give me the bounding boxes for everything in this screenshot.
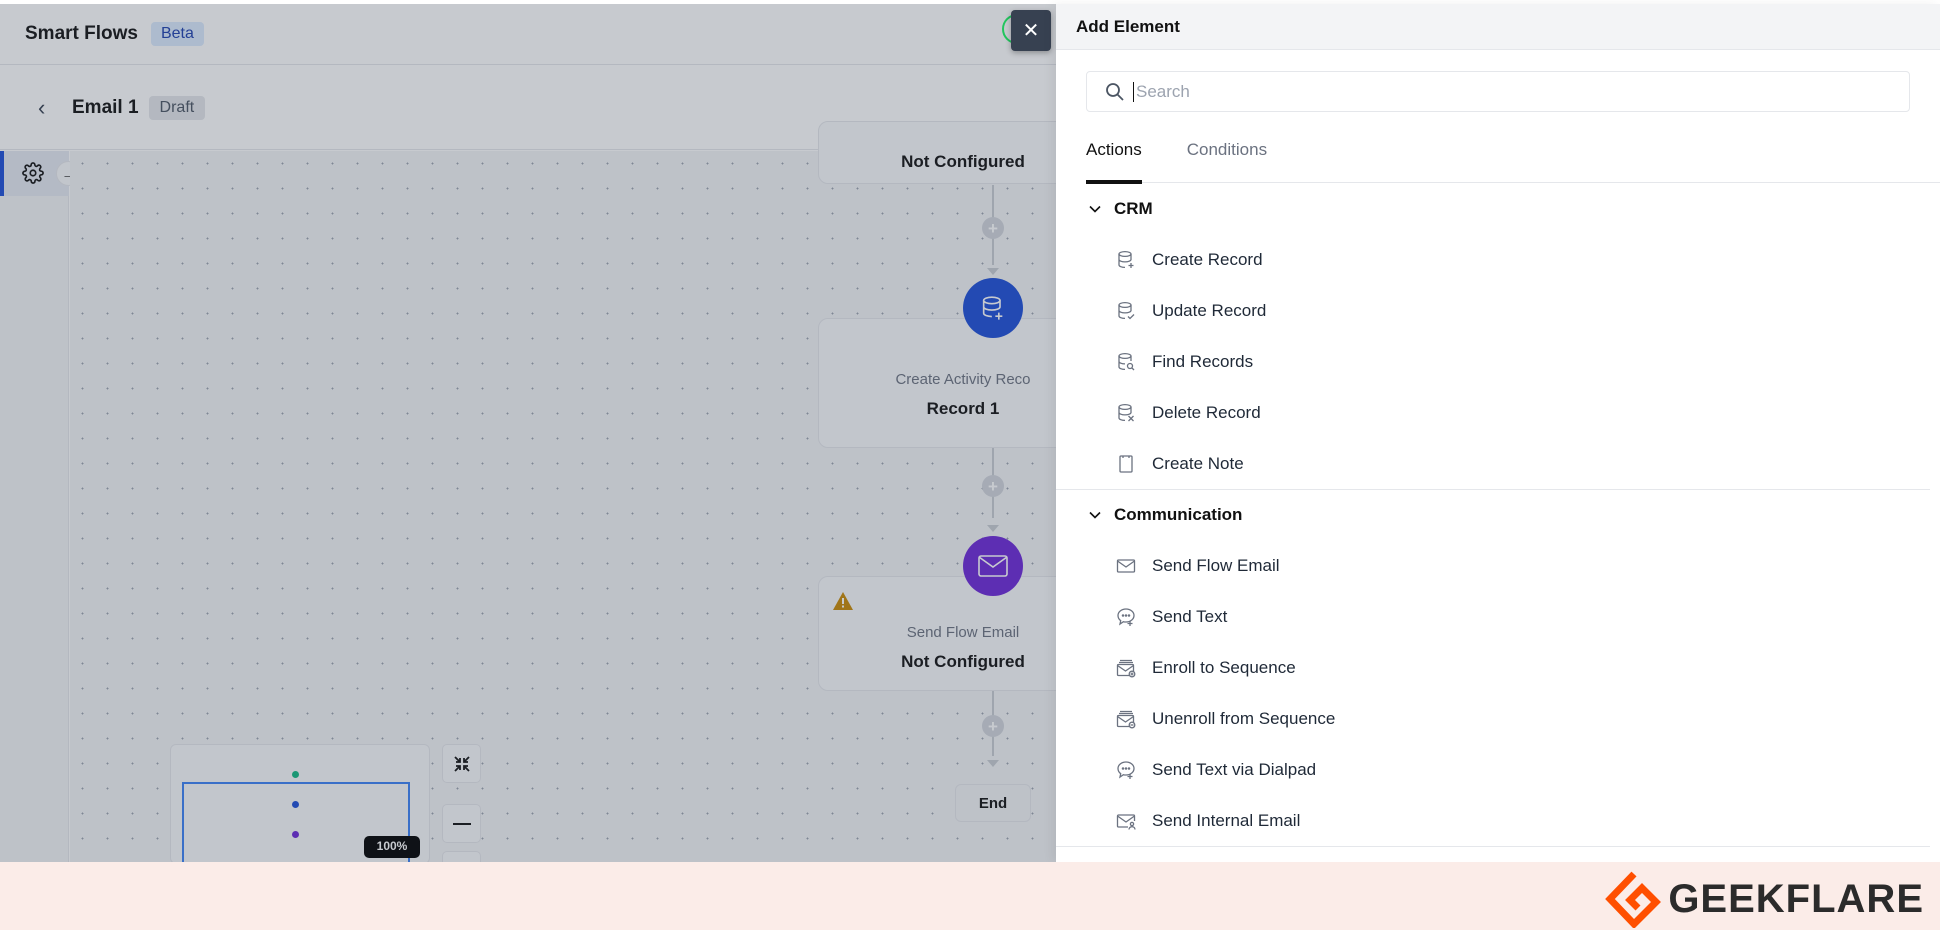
add-element-panel: Add Element Actions Conditions CRM Creat… <box>1056 4 1940 862</box>
tab-actions[interactable]: Actions <box>1086 126 1142 184</box>
watermark-text: GEEKFLARE <box>1668 876 1924 921</box>
geekflare-logo-icon <box>1605 871 1662 928</box>
list-item-send-flow-email[interactable]: Send Flow Email <box>1056 540 1930 591</box>
chat-plus-icon <box>1117 760 1135 779</box>
list-item-send-internal-email[interactable]: Send Internal Email <box>1056 795 1930 846</box>
modal-overlay[interactable] <box>0 4 1056 862</box>
item-label: Send Internal Email <box>1152 810 1301 830</box>
chevron-down-icon <box>1089 511 1101 519</box>
list-item-unenroll-from-sequence[interactable]: Unenroll from Sequence <box>1056 693 1930 744</box>
mail-stack-plus-icon <box>1116 659 1136 677</box>
item-label: Create Note <box>1152 453 1244 473</box>
close-icon: ✕ <box>1022 20 1040 42</box>
list-item-enroll-to-sequence[interactable]: Enroll to Sequence <box>1056 642 1930 693</box>
list-item-find-records[interactable]: Find Records <box>1056 336 1930 387</box>
section-divider <box>1056 846 1930 847</box>
section-title: Communication <box>1114 505 1243 524</box>
geekflare-logo: GEEKFLARE <box>1604 870 1924 928</box>
section-title: CRM <box>1114 199 1153 218</box>
list-item-delete-record[interactable]: Delete Record <box>1056 387 1930 438</box>
note-icon <box>1119 454 1133 473</box>
search-icon <box>1106 82 1124 101</box>
database-plus-icon <box>1118 250 1134 268</box>
item-label: Send Flow Email <box>1152 555 1280 575</box>
database-search-icon <box>1118 352 1135 370</box>
section-header-communication[interactable]: Communication <box>1056 490 1930 540</box>
element-list: CRM Create Record Update Record Find Rec… <box>1056 184 1930 847</box>
mail-user-icon <box>1116 813 1136 830</box>
item-label: Create Record <box>1152 249 1263 269</box>
list-item-update-record[interactable]: Update Record <box>1056 285 1930 336</box>
search-input[interactable] <box>1133 81 1893 102</box>
panel-title: Add Element <box>1056 4 1940 50</box>
database-x-icon <box>1118 403 1134 421</box>
item-label: Send Text <box>1152 606 1228 626</box>
watermark-strip: GEEKFLARE <box>0 862 1940 930</box>
item-label: Send Text via Dialpad <box>1152 759 1317 779</box>
item-label: Delete Record <box>1152 402 1261 422</box>
panel-tabs: Actions Conditions <box>1086 126 1940 184</box>
list-item-send-text[interactable]: Send Text <box>1056 591 1930 642</box>
list-item-send-text-via-dialpad[interactable]: Send Text via Dialpad <box>1056 744 1930 795</box>
mail-icon <box>1116 558 1136 573</box>
list-item-create-record[interactable]: Create Record <box>1056 234 1930 285</box>
stage: Smart Flows Beta ‹ Email 1 Draft → Not C… <box>0 0 1940 862</box>
mail-stack-minus-icon <box>1116 710 1136 728</box>
item-label: Find Records <box>1152 351 1254 371</box>
item-label: Update Record <box>1152 300 1267 320</box>
tab-conditions[interactable]: Conditions <box>1187 126 1267 183</box>
chevron-down-icon <box>1089 205 1101 213</box>
search-box[interactable] <box>1086 71 1910 112</box>
section-header-crm[interactable]: CRM <box>1056 184 1930 234</box>
close-panel-button[interactable]: ✕ <box>1011 10 1051 51</box>
list-item-create-note[interactable]: Create Note <box>1056 438 1930 489</box>
item-label: Unenroll from Sequence <box>1152 708 1336 728</box>
chat-plus-icon <box>1117 607 1135 626</box>
item-label: Enroll to Sequence <box>1152 657 1296 677</box>
database-check-icon <box>1118 301 1135 319</box>
